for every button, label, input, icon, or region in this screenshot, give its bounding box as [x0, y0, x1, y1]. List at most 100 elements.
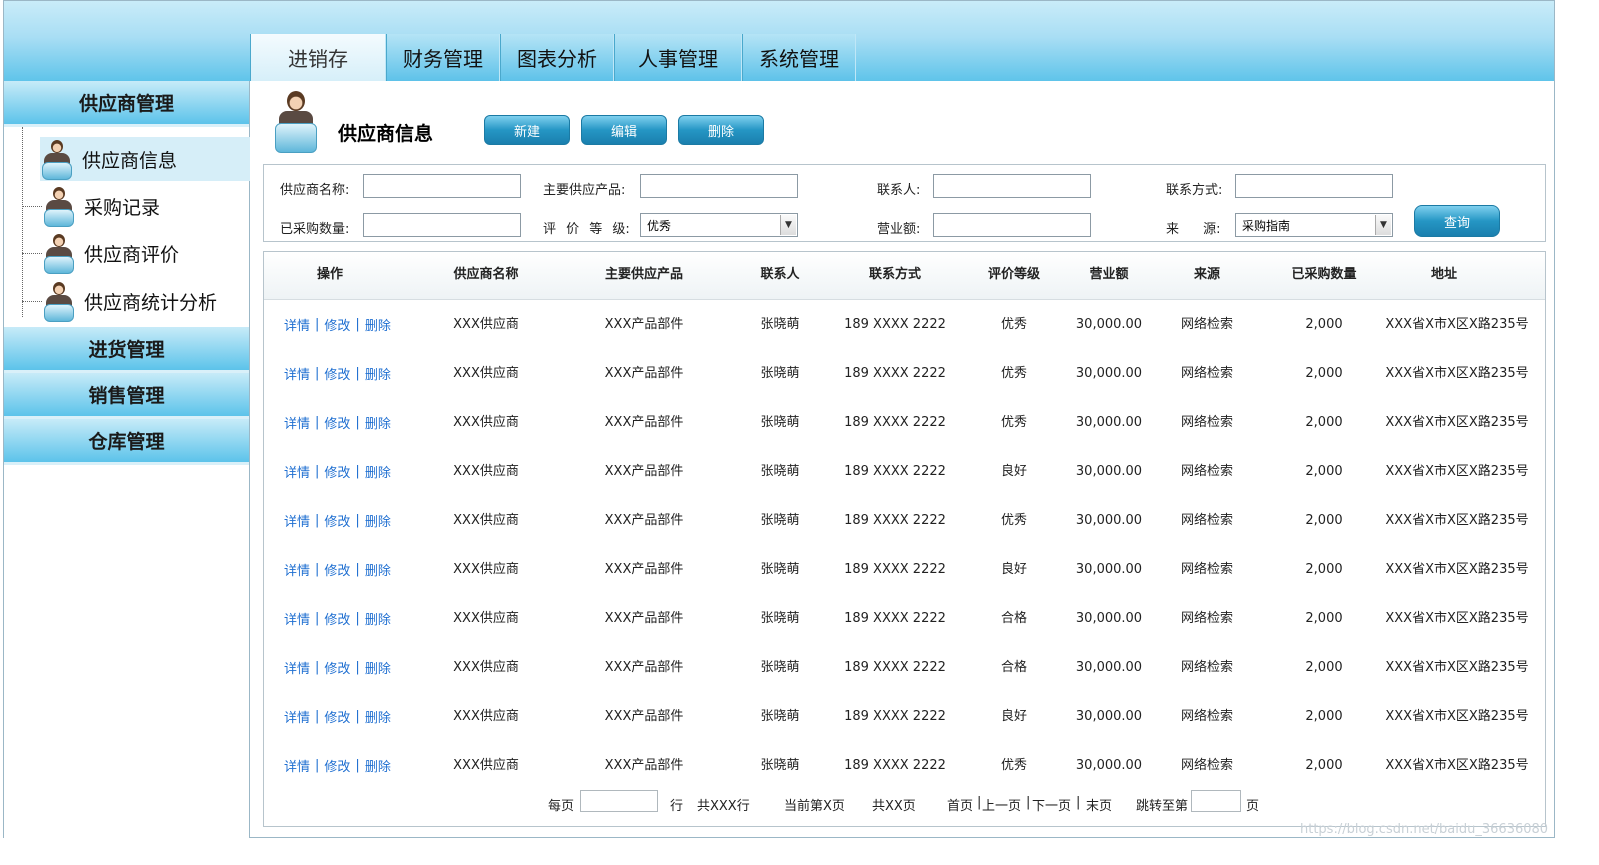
tab-finance[interactable]: 财务管理 — [386, 34, 500, 81]
cell-main-product: XXX产品部件 — [604, 758, 684, 773]
cell-address: XXX省X市X区X路235号 — [1385, 709, 1529, 724]
cell-contact: 张晓萌 — [760, 709, 800, 724]
cell-phone: 189 XXXX 2222 — [844, 415, 946, 430]
delete-link[interactable]: 删除 — [365, 658, 391, 677]
modify-link[interactable]: 修改 — [324, 511, 350, 530]
purchased-qty-input[interactable] — [363, 213, 521, 237]
contact-input[interactable] — [933, 174, 1091, 198]
sidebar-item-supplier-info[interactable]: 供应商信息 — [40, 137, 250, 181]
ops-separator: | — [315, 464, 320, 479]
chevron-down-icon[interactable]: ▼ — [1375, 215, 1391, 235]
sidebar-item-supplier-rating[interactable]: 供应商评价 — [22, 231, 250, 275]
modify-link[interactable]: 修改 — [324, 413, 350, 432]
detail-link[interactable]: 详情 — [284, 609, 310, 628]
delete-link[interactable]: 删除 — [365, 511, 391, 530]
cell-source: 网络检索 — [1180, 758, 1233, 773]
col-header-source: 来源 — [1193, 267, 1220, 282]
detail-link[interactable]: 详情 — [284, 707, 310, 726]
row-actions: 详情 | 修改 | 删除 — [284, 496, 391, 545]
sidebar-item-label: 采购记录 — [84, 196, 161, 219]
delete-link[interactable]: 删除 — [365, 560, 391, 579]
first-page-link[interactable]: 首页 — [947, 795, 973, 814]
cell-phone: 189 XXXX 2222 — [844, 317, 946, 332]
sidebar-group-warehouse[interactable]: 仓库管理 — [4, 419, 249, 465]
cell-source: 网络检索 — [1180, 709, 1233, 724]
detail-link[interactable]: 详情 — [284, 413, 310, 432]
cell-address: XXX省X市X区X路235号 — [1385, 660, 1529, 675]
prev-page-link[interactable]: 上一页 — [982, 795, 1021, 814]
cell-source: 网络检索 — [1180, 660, 1233, 675]
source-label: 来 源: — [1166, 222, 1221, 237]
delete-button[interactable]: 删除 — [678, 115, 764, 145]
delete-link[interactable]: 删除 — [365, 413, 391, 432]
ops-separator: | — [315, 366, 320, 381]
cell-purchased-qty: 2,000 — [1305, 317, 1343, 332]
delete-link[interactable]: 删除 — [365, 707, 391, 726]
sidebar-item-supplier-stats[interactable]: 供应商统计分析 — [22, 279, 250, 323]
cell-source: 网络检索 — [1180, 611, 1233, 626]
tab-system[interactable]: 系统管理 — [742, 34, 856, 81]
row-actions: 详情 | 修改 | 删除 — [284, 398, 391, 447]
tab-charts[interactable]: 图表分析 — [500, 34, 614, 81]
jump-page-input[interactable] — [1191, 790, 1241, 812]
detail-link[interactable]: 详情 — [284, 560, 310, 579]
delete-link[interactable]: 删除 — [365, 462, 391, 481]
cell-purchased-qty: 2,000 — [1305, 513, 1343, 528]
modify-link[interactable]: 修改 — [324, 707, 350, 726]
table-header: 操作 供应商名称 主要供应产品 联系人 联系方式 评价等级 营业额 来源 已采购… — [264, 252, 1545, 300]
modify-link[interactable]: 修改 — [324, 462, 350, 481]
cell-revenue: 30,000.00 — [1075, 415, 1143, 430]
detail-link[interactable]: 详情 — [284, 364, 310, 383]
main-product-input[interactable] — [640, 174, 798, 198]
phone-input[interactable] — [1235, 174, 1393, 198]
source-select[interactable]: 采购指南 ▼ — [1235, 213, 1393, 237]
delete-link[interactable]: 删除 — [365, 364, 391, 383]
ops-separator: | — [355, 758, 360, 773]
cell-address: XXX省X市X区X路235号 — [1385, 415, 1529, 430]
sidebar-group-sales[interactable]: 销售管理 — [4, 373, 249, 419]
pagination: 每页 行 共XXX行 当前第X页 共XX页 首页 | 上一页 | 下一页 | 末… — [264, 788, 1545, 818]
detail-link[interactable]: 详情 — [284, 315, 310, 334]
cell-supplier-name: XXX供应商 — [453, 660, 519, 675]
total-pages-text: 共XX页 — [872, 799, 916, 814]
tab-hr[interactable]: 人事管理 — [614, 34, 742, 81]
detail-link[interactable]: 详情 — [284, 462, 310, 481]
sidebar-group-purchase[interactable]: 进货管理 — [4, 327, 249, 373]
detail-link[interactable]: 详情 — [284, 511, 310, 530]
modify-link[interactable]: 修改 — [324, 315, 350, 334]
revenue-input[interactable] — [933, 213, 1091, 237]
detail-link[interactable]: 详情 — [284, 756, 310, 775]
cell-main-product: XXX产品部件 — [604, 513, 684, 528]
col-header-rating: 评价等级 — [987, 267, 1040, 282]
detail-link[interactable]: 详情 — [284, 658, 310, 677]
cell-revenue: 30,000.00 — [1075, 611, 1143, 626]
per-page-input[interactable] — [580, 790, 658, 812]
next-page-link[interactable]: 下一页 — [1032, 795, 1071, 814]
supplier-name-input[interactable] — [363, 174, 521, 198]
chevron-down-icon[interactable]: ▼ — [780, 215, 796, 235]
rating-select-value: 优秀 — [647, 218, 672, 233]
cell-phone: 189 XXXX 2222 — [844, 758, 946, 773]
modify-link[interactable]: 修改 — [324, 756, 350, 775]
delete-link[interactable]: 删除 — [365, 609, 391, 628]
sidebar-group-supplier[interactable]: 供应商管理 — [4, 81, 249, 127]
modify-link[interactable]: 修改 — [324, 609, 350, 628]
modify-link[interactable]: 修改 — [324, 560, 350, 579]
modify-link[interactable]: 修改 — [324, 364, 350, 383]
sidebar-item-purchase-records[interactable]: 采购记录 — [22, 184, 250, 228]
query-button[interactable]: 查询 — [1414, 205, 1500, 237]
col-header-phone: 联系方式 — [868, 267, 921, 282]
revenue-label: 营业额: — [877, 222, 921, 237]
delete-link[interactable]: 删除 — [365, 756, 391, 775]
supplier-person-icon — [42, 280, 76, 322]
delete-link[interactable]: 删除 — [365, 315, 391, 334]
purchased-qty-label: 已采购数量: — [280, 222, 350, 237]
page-unit-label: 页 — [1246, 799, 1260, 814]
modify-link[interactable]: 修改 — [324, 658, 350, 677]
last-page-link[interactable]: 末页 — [1086, 795, 1112, 814]
cell-revenue: 30,000.00 — [1075, 660, 1143, 675]
tab-inventory[interactable]: 进销存 — [250, 34, 386, 81]
new-button[interactable]: 新建 — [484, 115, 570, 145]
rating-select[interactable]: 优秀 ▼ — [640, 213, 798, 237]
edit-button[interactable]: 编辑 — [581, 115, 667, 145]
